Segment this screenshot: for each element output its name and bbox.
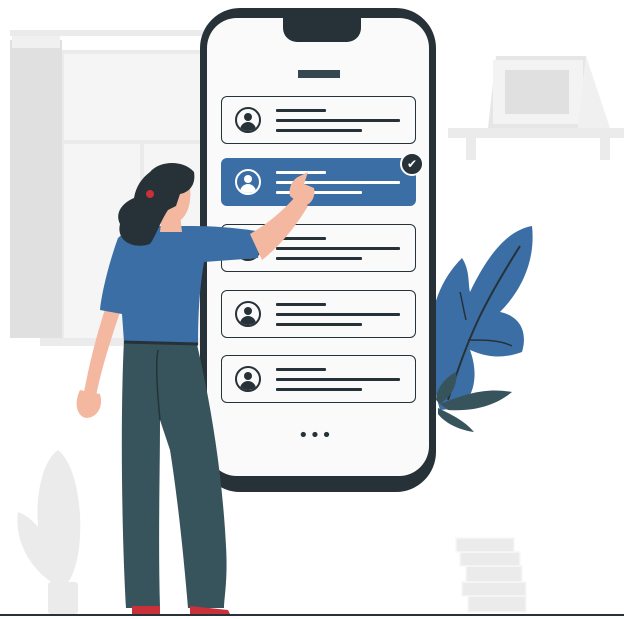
shirt [100, 226, 262, 344]
left-arm [84, 300, 122, 396]
hair-tie [146, 190, 154, 198]
left-hand [76, 390, 102, 418]
left-shoe [132, 606, 160, 614]
right-arm [250, 196, 308, 260]
woman-figure [76, 163, 315, 614]
pants [121, 340, 227, 608]
